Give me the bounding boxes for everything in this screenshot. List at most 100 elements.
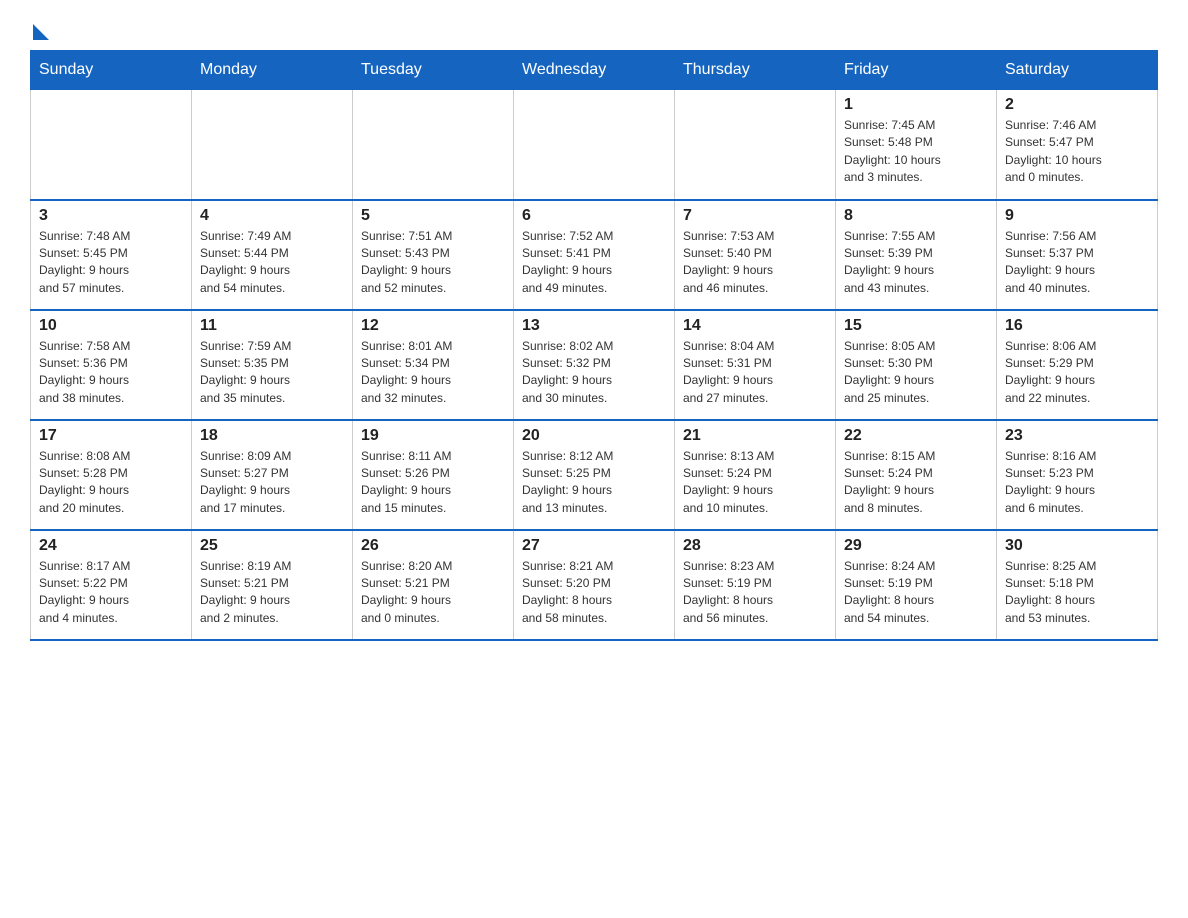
calendar-cell: 8 Sunrise: 7:55 AMSunset: 5:39 PMDaylight…	[836, 200, 997, 310]
logo	[30, 20, 49, 40]
calendar-cell	[353, 90, 514, 200]
day-number: 18	[200, 427, 344, 445]
calendar-cell: 4Sunrise: 7:49 AMSunset: 5:44 PMDaylight…	[192, 200, 353, 310]
day-number: 22	[844, 427, 988, 445]
day-number: 2	[1005, 96, 1149, 114]
calendar-cell: 2 Sunrise: 7:46 AMSunset: 5:47 PMDaylight…	[997, 90, 1158, 200]
calendar-cell: 14Sunrise: 8:04 AMSunset: 5:31 PMDayligh…	[675, 310, 836, 420]
day-number: 9	[1005, 207, 1149, 225]
day-number: 12	[361, 317, 505, 335]
weekday-header-tuesday: Tuesday	[353, 51, 514, 90]
day-info: Sunrise: 8:20 AMSunset: 5:21 PMDaylight:…	[361, 558, 505, 628]
day-info: Sunrise: 8:13 AMSunset: 5:24 PMDaylight:…	[683, 448, 827, 518]
day-info: Sunrise: 7:51 AMSunset: 5:43 PMDaylight:…	[361, 228, 505, 298]
calendar-cell: 30 Sunrise: 8:25 AMSunset: 5:18 PMDayligh…	[997, 530, 1158, 640]
day-info: Sunrise: 7:56 AMSunset: 5:37 PMDaylight:…	[1005, 228, 1149, 298]
day-number: 16	[1005, 317, 1149, 335]
calendar-cell: 11 Sunrise: 7:59 AMSunset: 5:35 PMDayligh…	[192, 310, 353, 420]
calendar-week-5: 24Sunrise: 8:17 AMSunset: 5:22 PMDayligh…	[31, 530, 1158, 640]
weekday-header-friday: Friday	[836, 51, 997, 90]
calendar-cell	[675, 90, 836, 200]
calendar-cell: 25 Sunrise: 8:19 AMSunset: 5:21 PMDayligh…	[192, 530, 353, 640]
day-number: 10	[39, 317, 183, 335]
day-info: Sunrise: 7:55 AMSunset: 5:39 PMDaylight:…	[844, 228, 988, 298]
day-info: Sunrise: 8:19 AMSunset: 5:21 PMDaylight:…	[200, 558, 344, 628]
calendar-cell: 21 Sunrise: 8:13 AMSunset: 5:24 PMDayligh…	[675, 420, 836, 530]
day-number: 21	[683, 427, 827, 445]
calendar-week-3: 10Sunrise: 7:58 AMSunset: 5:36 PMDayligh…	[31, 310, 1158, 420]
calendar-cell	[514, 90, 675, 200]
day-info: Sunrise: 8:02 AMSunset: 5:32 PMDaylight:…	[522, 338, 666, 408]
calendar-cell: 22 Sunrise: 8:15 AMSunset: 5:24 PMDayligh…	[836, 420, 997, 530]
day-number: 20	[522, 427, 666, 445]
day-number: 23	[1005, 427, 1149, 445]
calendar-cell: 23Sunrise: 8:16 AMSunset: 5:23 PMDayligh…	[997, 420, 1158, 530]
weekday-header-monday: Monday	[192, 51, 353, 90]
day-info: Sunrise: 8:04 AMSunset: 5:31 PMDaylight:…	[683, 338, 827, 408]
day-number: 30	[1005, 537, 1149, 555]
calendar-cell: 5 Sunrise: 7:51 AMSunset: 5:43 PMDaylight…	[353, 200, 514, 310]
calendar-cell: 26 Sunrise: 8:20 AMSunset: 5:21 PMDayligh…	[353, 530, 514, 640]
day-number: 26	[361, 537, 505, 555]
calendar-cell	[192, 90, 353, 200]
day-number: 5	[361, 207, 505, 225]
day-number: 13	[522, 317, 666, 335]
day-number: 8	[844, 207, 988, 225]
calendar-cell: 9 Sunrise: 7:56 AMSunset: 5:37 PMDaylight…	[997, 200, 1158, 310]
day-info: Sunrise: 8:24 AMSunset: 5:19 PMDaylight:…	[844, 558, 988, 628]
day-info: Sunrise: 7:46 AMSunset: 5:47 PMDaylight:…	[1005, 117, 1149, 187]
day-info: Sunrise: 7:59 AMSunset: 5:35 PMDaylight:…	[200, 338, 344, 408]
day-number: 29	[844, 537, 988, 555]
day-info: Sunrise: 8:12 AMSunset: 5:25 PMDaylight:…	[522, 448, 666, 518]
day-info: Sunrise: 7:45 AMSunset: 5:48 PMDaylight:…	[844, 117, 988, 187]
calendar-week-1: 1 Sunrise: 7:45 AMSunset: 5:48 PMDaylight…	[31, 90, 1158, 200]
calendar-cell: 7 Sunrise: 7:53 AMSunset: 5:40 PMDaylight…	[675, 200, 836, 310]
weekday-header-saturday: Saturday	[997, 51, 1158, 90]
calendar-cell: 15Sunrise: 8:05 AMSunset: 5:30 PMDayligh…	[836, 310, 997, 420]
weekday-header-sunday: Sunday	[31, 51, 192, 90]
calendar-table: SundayMondayTuesdayWednesdayThursdayFrid…	[30, 50, 1158, 641]
calendar-cell: 24Sunrise: 8:17 AMSunset: 5:22 PMDayligh…	[31, 530, 192, 640]
calendar-cell: 3 Sunrise: 7:48 AMSunset: 5:45 PMDaylight…	[31, 200, 192, 310]
calendar-cell	[31, 90, 192, 200]
day-number: 6	[522, 207, 666, 225]
day-info: Sunrise: 7:52 AMSunset: 5:41 PMDaylight:…	[522, 228, 666, 298]
calendar-cell: 6 Sunrise: 7:52 AMSunset: 5:41 PMDaylight…	[514, 200, 675, 310]
weekday-header-wednesday: Wednesday	[514, 51, 675, 90]
calendar-cell: 29 Sunrise: 8:24 AMSunset: 5:19 PMDayligh…	[836, 530, 997, 640]
weekday-header-thursday: Thursday	[675, 51, 836, 90]
day-info: Sunrise: 8:06 AMSunset: 5:29 PMDaylight:…	[1005, 338, 1149, 408]
day-info: Sunrise: 8:21 AMSunset: 5:20 PMDaylight:…	[522, 558, 666, 628]
page-header	[30, 20, 1158, 40]
day-info: Sunrise: 7:53 AMSunset: 5:40 PMDaylight:…	[683, 228, 827, 298]
day-info: Sunrise: 8:08 AMSunset: 5:28 PMDaylight:…	[39, 448, 183, 518]
day-number: 7	[683, 207, 827, 225]
day-number: 28	[683, 537, 827, 555]
day-info: Sunrise: 7:49 AMSunset: 5:44 PMDaylight:…	[200, 228, 344, 298]
calendar-cell: 12 Sunrise: 8:01 AMSunset: 5:34 PMDayligh…	[353, 310, 514, 420]
day-number: 19	[361, 427, 505, 445]
calendar-week-2: 3 Sunrise: 7:48 AMSunset: 5:45 PMDaylight…	[31, 200, 1158, 310]
day-info: Sunrise: 8:09 AMSunset: 5:27 PMDaylight:…	[200, 448, 344, 518]
day-number: 27	[522, 537, 666, 555]
day-info: Sunrise: 8:11 AMSunset: 5:26 PMDaylight:…	[361, 448, 505, 518]
day-number: 11	[200, 317, 344, 335]
day-number: 3	[39, 207, 183, 225]
day-info: Sunrise: 8:01 AMSunset: 5:34 PMDaylight:…	[361, 338, 505, 408]
calendar-cell: 10Sunrise: 7:58 AMSunset: 5:36 PMDayligh…	[31, 310, 192, 420]
calendar-cell: 20 Sunrise: 8:12 AMSunset: 5:25 PMDayligh…	[514, 420, 675, 530]
weekday-header-row: SundayMondayTuesdayWednesdayThursdayFrid…	[31, 51, 1158, 90]
day-info: Sunrise: 7:48 AMSunset: 5:45 PMDaylight:…	[39, 228, 183, 298]
day-info: Sunrise: 8:05 AMSunset: 5:30 PMDaylight:…	[844, 338, 988, 408]
calendar-cell: 18 Sunrise: 8:09 AMSunset: 5:27 PMDayligh…	[192, 420, 353, 530]
calendar-cell: 28Sunrise: 8:23 AMSunset: 5:19 PMDayligh…	[675, 530, 836, 640]
day-info: Sunrise: 8:17 AMSunset: 5:22 PMDaylight:…	[39, 558, 183, 628]
day-info: Sunrise: 8:25 AMSunset: 5:18 PMDaylight:…	[1005, 558, 1149, 628]
calendar-cell: 16 Sunrise: 8:06 AMSunset: 5:29 PMDayligh…	[997, 310, 1158, 420]
day-number: 1	[844, 96, 988, 114]
day-number: 25	[200, 537, 344, 555]
calendar-cell: 13 Sunrise: 8:02 AMSunset: 5:32 PMDayligh…	[514, 310, 675, 420]
calendar-cell: 27 Sunrise: 8:21 AMSunset: 5:20 PMDayligh…	[514, 530, 675, 640]
day-info: Sunrise: 8:15 AMSunset: 5:24 PMDaylight:…	[844, 448, 988, 518]
day-number: 17	[39, 427, 183, 445]
